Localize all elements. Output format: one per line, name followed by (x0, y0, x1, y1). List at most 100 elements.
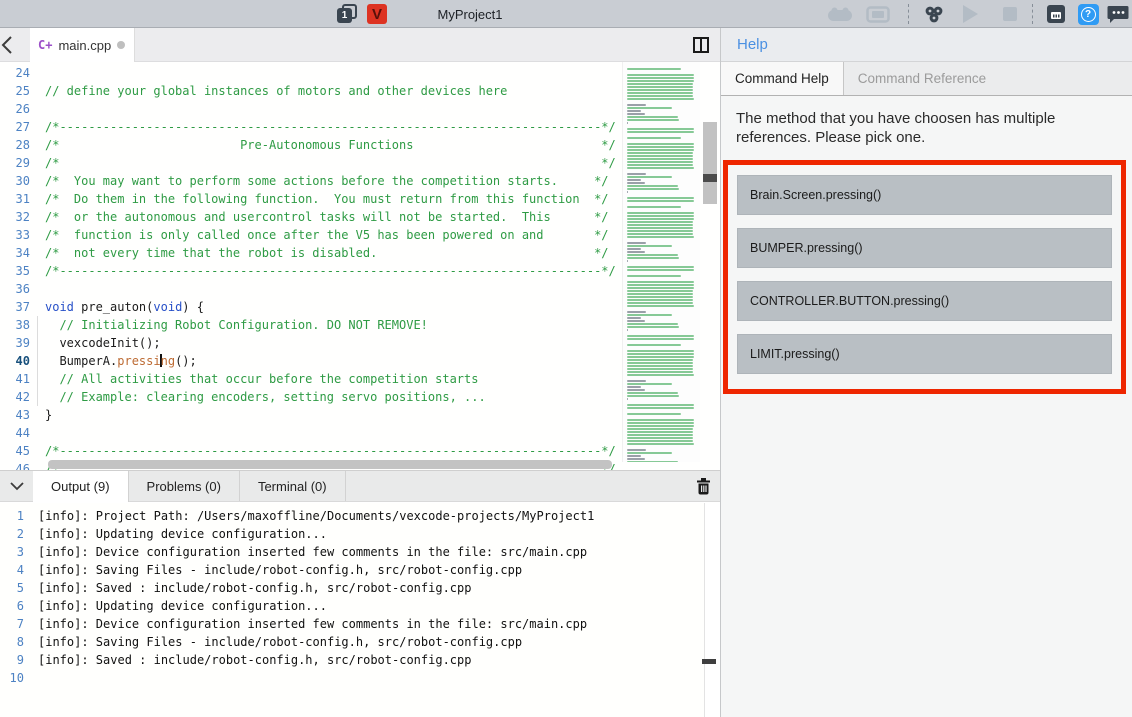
file-tab-main-cpp[interactable]: C+ main.cpp (30, 28, 135, 62)
output-console[interactable]: 1[info]: Project Path: /Users/maxoffline… (0, 503, 705, 717)
brain-screen-icon[interactable] (864, 0, 892, 28)
code-line[interactable]: 32/* or the autonomous and usercontrol t… (0, 208, 620, 226)
minimap-line (627, 293, 696, 295)
minimap-bar (627, 224, 693, 226)
code-line[interactable]: 34/* not every time that the robot is di… (0, 244, 620, 262)
split-editor-icon[interactable] (693, 37, 709, 53)
code-line[interactable]: 31/* Do them in the following function. … (0, 190, 620, 208)
minimap-line (627, 347, 696, 349)
feedback-icon[interactable] (1104, 0, 1132, 28)
reference-picker-box: Brain.Screen.pressing() BUMPER.pressing()… (723, 160, 1126, 394)
code-line[interactable]: 30/* You may want to perform some action… (0, 172, 620, 190)
code-line[interactable]: 38 // Initializing Robot Configuration. … (0, 316, 620, 334)
minimap-line (627, 110, 696, 112)
clear-output-trash-icon[interactable] (686, 471, 720, 501)
minimap-bar (627, 419, 694, 421)
minimap-bar (627, 344, 681, 346)
code-line[interactable]: 27/*------------------------------------… (0, 118, 620, 136)
code-line[interactable]: 28/* Pre-Autonomous Functions */ (0, 136, 620, 154)
minimap-bar (627, 197, 694, 199)
minimap-bar (627, 200, 694, 202)
code-token: vexcodeInit(); (45, 336, 161, 350)
reference-option-button[interactable]: LIMIT.pressing() (737, 334, 1112, 374)
minimap-bar (627, 392, 678, 394)
code-line[interactable]: 33/* function is only called once after … (0, 226, 620, 244)
line-number: 39 (0, 334, 30, 352)
code-editor[interactable]: 2425// define your global instances of m… (0, 62, 720, 470)
minimap-line (627, 116, 696, 118)
minimap-bar (627, 455, 641, 457)
code-line[interactable]: 35/*------------------------------------… (0, 262, 620, 280)
controller-icon[interactable] (826, 0, 854, 28)
line-number: 31 (0, 190, 30, 208)
code-line[interactable]: 25// define your global instances of mot… (0, 82, 620, 100)
minimap-bar (627, 389, 645, 391)
minimap-bar (627, 338, 694, 340)
collapse-panel-chevron-icon[interactable] (0, 471, 33, 501)
code-line[interactable]: 43} (0, 406, 620, 424)
code-line[interactable]: 42 // Example: clearing encoders, settin… (0, 388, 620, 406)
minimap-bar (627, 458, 645, 460)
line-number: 27 (0, 118, 30, 136)
minimap-line (627, 365, 696, 367)
minimap-bar (627, 371, 693, 373)
code-line[interactable]: 36 (0, 280, 620, 298)
minimap-bar (627, 227, 693, 229)
log-line: 6[info]: Updating device configuration..… (0, 597, 704, 615)
log-text: [info]: Saved : include/robot-config.h, … (24, 651, 471, 669)
minimap-line (627, 401, 696, 403)
reference-option-button[interactable]: Brain.Screen.pressing() (737, 175, 1112, 215)
help-icon[interactable]: ? (1074, 0, 1102, 28)
code-line[interactable]: 29/* */ (0, 154, 620, 172)
device-manager-icon[interactable] (1042, 0, 1070, 28)
minimap-bar (627, 242, 646, 244)
bottom-tab-problems[interactable]: Problems (0) (129, 471, 240, 501)
minimap-line (627, 362, 696, 364)
help-tab-command-help[interactable]: Command Help (721, 62, 844, 95)
editor-horizontal-scrollbar[interactable] (48, 460, 612, 469)
vex-brain-status-icon[interactable]: V (366, 0, 388, 28)
code-line[interactable]: 45/*------------------------------------… (0, 442, 620, 460)
minimap-bar (627, 152, 693, 154)
minimap[interactable] (622, 62, 700, 462)
reference-option-button[interactable]: BUMPER.pressing() (737, 228, 1112, 268)
log-line-number: 10 (0, 669, 24, 687)
editor-vertical-scrollbar-thumb[interactable] (703, 174, 717, 182)
minimap-bar (627, 452, 672, 454)
minimap-line (627, 185, 696, 187)
stop-icon[interactable] (996, 0, 1024, 28)
minimap-line (627, 122, 696, 124)
minimap-line (627, 458, 696, 460)
code-text: } (30, 406, 52, 424)
code-line[interactable]: 44 (0, 424, 620, 442)
slot-icon[interactable]: 1 (336, 0, 362, 28)
project-title: MyProject1 (410, 0, 530, 28)
help-tab-command-reference[interactable]: Command Reference (844, 62, 1132, 95)
minimap-line (627, 437, 696, 439)
code-token: // All activities that occur before the … (45, 372, 478, 386)
bottom-tab-terminal[interactable]: Terminal (0) (240, 471, 346, 501)
code-token: /*--------------------------------------… (45, 264, 616, 278)
code-line[interactable]: 41 // All activities that occur before t… (0, 370, 620, 388)
code-line[interactable]: 39 vexcodeInit(); (0, 334, 620, 352)
editor-vertical-scrollbar-track[interactable] (703, 122, 717, 204)
output-scrollbar-thumb[interactable] (702, 659, 716, 664)
log-line: 7[info]: Device configuration inserted f… (0, 615, 704, 633)
log-line-number: 9 (0, 651, 24, 669)
minimap-bar (627, 215, 694, 217)
minimap-bar (627, 158, 693, 160)
code-line[interactable]: 24 (0, 64, 620, 82)
minimap-line (627, 410, 696, 412)
code-line[interactable]: 37void pre_auton(void) { (0, 298, 620, 316)
code-line[interactable]: 26 (0, 100, 620, 118)
run-icon[interactable] (956, 0, 984, 28)
back-chevron-icon[interactable] (0, 35, 16, 55)
devices-icon[interactable] (920, 0, 948, 28)
minimap-line (627, 269, 696, 271)
reference-option-button[interactable]: CONTROLLER.BUTTON.pressing() (737, 281, 1112, 321)
code-token: } (45, 408, 52, 422)
bottom-tab-output[interactable]: Output (9) (33, 471, 129, 502)
minimap-bar (627, 437, 693, 439)
title-bar: 1 V MyProject1 ? (0, 0, 1132, 28)
code-line[interactable]: 40 BumperA.pressing(); (0, 352, 620, 370)
